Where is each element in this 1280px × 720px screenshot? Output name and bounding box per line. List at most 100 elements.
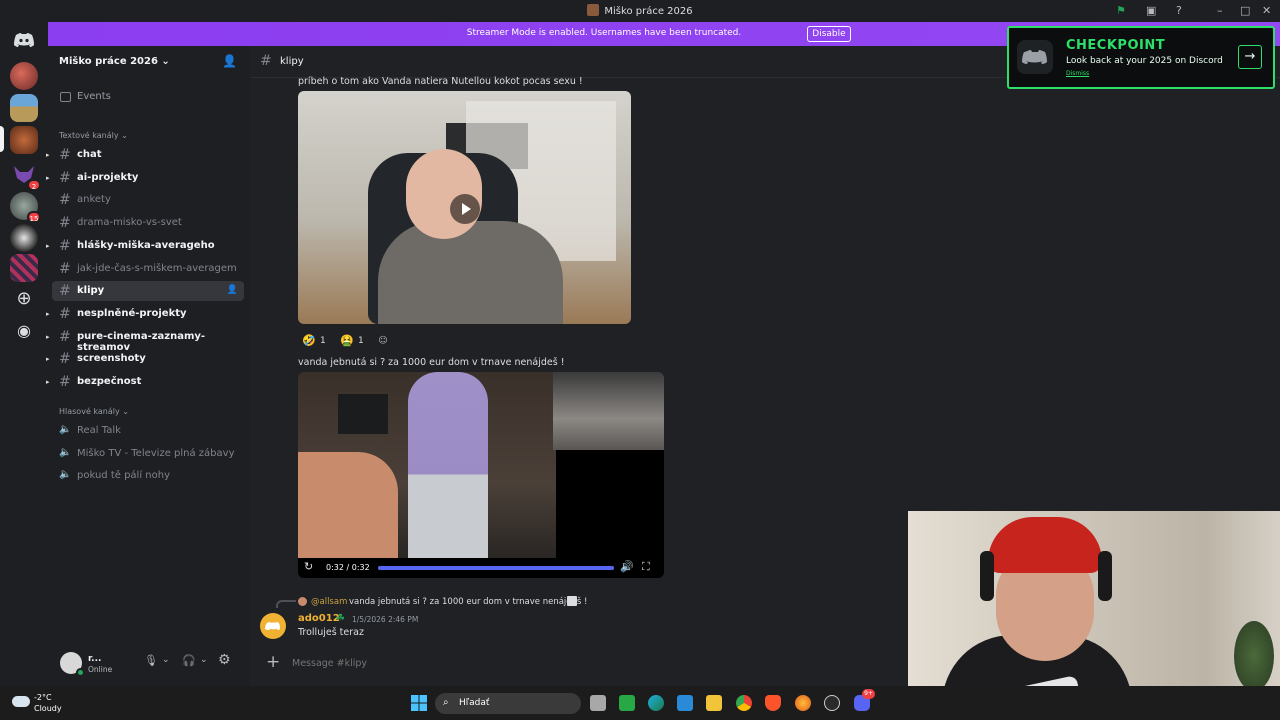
inbox-icon[interactable]: ▣ bbox=[1146, 4, 1156, 17]
hashtag-icon: # bbox=[59, 374, 71, 390]
attach-plus-icon[interactable]: + bbox=[266, 652, 280, 672]
events-label: Events bbox=[77, 91, 111, 102]
guild-name[interactable]: Miško práce 2026 ⌄ bbox=[59, 56, 170, 67]
active-server-pill bbox=[0, 126, 4, 152]
server-icon[interactable] bbox=[10, 126, 38, 154]
hashtag-icon: # bbox=[59, 261, 71, 277]
text-category[interactable]: Textové kanály ⌄ bbox=[59, 131, 128, 140]
controller-icon bbox=[1017, 40, 1053, 74]
store-icon[interactable] bbox=[619, 695, 635, 711]
hashtag-icon: # bbox=[59, 192, 71, 208]
invite-icon[interactable]: 👤 bbox=[227, 285, 238, 295]
channel-item-ai-projekty[interactable]: ▸ # ai-projekty bbox=[46, 168, 244, 188]
voice-channel-item[interactable]: 🔈 Real Talk bbox=[52, 421, 244, 441]
checkpoint-popup[interactable]: CHECKPOINT Look back at your 2025 on Dis… bbox=[1007, 26, 1275, 89]
hashtag-icon: # bbox=[59, 170, 71, 186]
server-icon[interactable] bbox=[10, 254, 38, 282]
channel-item-bezpečnost[interactable]: ▸ # bezpečnost bbox=[46, 372, 244, 392]
channel-item-chat[interactable]: ▸ # chat bbox=[46, 145, 244, 165]
unread-indicator: ▸ bbox=[46, 378, 50, 386]
voice-channel-item[interactable]: 🔈 Miško TV - Televize plná zábavy bbox=[52, 444, 244, 464]
message-text: príbeh o tom ako Vanda natiera Nutellou … bbox=[298, 76, 583, 87]
author-name[interactable]: ado012 bbox=[298, 613, 340, 624]
server-icon[interactable] bbox=[10, 62, 38, 90]
server-icon[interactable] bbox=[10, 94, 38, 122]
events-item[interactable]: Events bbox=[52, 87, 244, 107]
reply-preview[interactable]: vanda jebnutá si ? za 1000 eur dom v trn… bbox=[349, 597, 587, 607]
channel-item-jak-jde-čas-s-miškem-averagem[interactable]: # jak-jde-čas-s-miškem-averagem bbox=[52, 259, 244, 279]
weather-temp: -2°C bbox=[34, 693, 52, 702]
chevron-down-icon[interactable]: ⌄ bbox=[162, 655, 170, 665]
edge-icon[interactable] bbox=[648, 695, 664, 711]
task-view-icon[interactable] bbox=[590, 695, 606, 711]
explore-icon[interactable]: ◉ bbox=[10, 318, 38, 346]
arrow-right-icon[interactable]: → bbox=[1238, 45, 1262, 69]
file-explorer-icon[interactable] bbox=[706, 695, 722, 711]
video-attachment[interactable] bbox=[298, 91, 631, 324]
invite-people-icon[interactable]: 👤 bbox=[222, 54, 237, 68]
minimize-icon[interactable]: – bbox=[1217, 4, 1223, 17]
channel-item-nesplněné-projekty[interactable]: ▸ # nesplněné-projekty bbox=[46, 304, 244, 324]
server-icon[interactable]: 2 bbox=[10, 160, 41, 191]
weather-desc: Cloudy bbox=[34, 704, 62, 713]
unread-indicator: ▸ bbox=[46, 242, 50, 250]
channel-item-ankety[interactable]: # ankety bbox=[52, 190, 244, 210]
fullscreen-icon[interactable]: ⛶ bbox=[642, 560, 650, 574]
channel-name: nesplněné-projekty bbox=[77, 308, 187, 319]
add-server-icon[interactable]: ⊕ bbox=[10, 286, 38, 314]
volume-icon[interactable]: 🔊 bbox=[620, 560, 634, 573]
channel-item-hlášky-miška-averageho[interactable]: ▸ # hlášky-miška-averageho bbox=[46, 236, 244, 256]
close-icon[interactable]: ✕ bbox=[1262, 4, 1271, 17]
add-reaction-icon[interactable]: ☺ bbox=[374, 332, 392, 350]
message-timestamp: 1/5/2026 2:46 PM bbox=[352, 615, 419, 624]
unread-indicator: ▸ bbox=[46, 355, 50, 363]
guild-header[interactable]: Miško práce 2026 ⌄ 👤 bbox=[48, 46, 250, 78]
windows-start-icon[interactable] bbox=[411, 695, 427, 711]
play-button[interactable] bbox=[450, 194, 480, 224]
discord-home-icon[interactable] bbox=[10, 26, 38, 54]
channel-item-klipy[interactable]: # klipy 👤 bbox=[52, 281, 244, 301]
video-progress-track[interactable] bbox=[378, 566, 614, 570]
reaction-vomit[interactable]: 🤮 1 bbox=[336, 332, 370, 350]
dismiss-link[interactable]: Dismiss bbox=[1066, 70, 1089, 77]
headphones-icon[interactable]: 🎧 bbox=[182, 654, 196, 667]
channel-item-drama-misko-vs-svet[interactable]: # drama-misko-vs-svet bbox=[52, 213, 244, 233]
reply-author[interactable]: @allsam bbox=[311, 597, 347, 607]
chevron-down-icon[interactable]: ⌄ bbox=[200, 655, 208, 665]
discord-taskbar-icon[interactable]: 9+ bbox=[854, 689, 875, 711]
microphone-icon[interactable]: 🎙 bbox=[144, 654, 158, 667]
online-status-icon bbox=[76, 668, 85, 677]
user-status: Online bbox=[88, 665, 113, 674]
maximize-icon[interactable]: □ bbox=[1240, 4, 1250, 17]
speaker-icon: 🔈 bbox=[59, 447, 72, 458]
calendar-icon bbox=[60, 92, 71, 102]
server-icon[interactable] bbox=[10, 224, 38, 252]
disable-button[interactable]: Disable bbox=[807, 26, 851, 42]
voice-category[interactable]: Hlasové kanály ⌄ bbox=[59, 407, 129, 416]
voice-channel-name: Real Talk bbox=[77, 425, 121, 436]
steam-icon[interactable] bbox=[824, 695, 840, 711]
flag-icon[interactable]: ⚑ bbox=[1116, 4, 1126, 17]
video-player[interactable]: ↻ 0:32 / 0:32 🔊 ⛶ bbox=[298, 372, 664, 578]
headphone-shape bbox=[980, 551, 994, 601]
unread-indicator: ▸ bbox=[46, 333, 50, 341]
replay-icon[interactable]: ↻ bbox=[304, 560, 313, 573]
channel-item-screenshoty[interactable]: ▸ # screenshoty bbox=[46, 349, 244, 369]
firefox-icon[interactable] bbox=[795, 695, 811, 711]
message-input[interactable] bbox=[292, 654, 792, 672]
avatar[interactable] bbox=[260, 613, 286, 639]
reaction-laugh[interactable]: 🤣 1 bbox=[298, 332, 332, 350]
message-text: Trolluješ teraz bbox=[298, 627, 364, 638]
voice-channel-name: pokud tě pálí nohy bbox=[77, 470, 170, 481]
server-icon[interactable]: 15 bbox=[10, 192, 41, 223]
chrome-icon[interactable] bbox=[736, 695, 752, 711]
settings-gear-icon[interactable]: ⚙ bbox=[218, 652, 231, 668]
video-progress-fill bbox=[378, 566, 614, 570]
voice-channel-item[interactable]: 🔈 pokud tě pálí nohy bbox=[52, 466, 244, 486]
brave-icon[interactable] bbox=[765, 695, 781, 711]
photos-icon[interactable] bbox=[677, 695, 693, 711]
help-icon[interactable]: ? bbox=[1176, 4, 1182, 17]
channel-item-pure-cinema-zaznamy-streamov[interactable]: ▸ # pure-cinema-zaznamy-streamov bbox=[46, 327, 244, 353]
server-rail: 2 15 ⊕ ◉ bbox=[0, 22, 48, 686]
taskbar-search[interactable]: ⌕ Hľadať bbox=[435, 693, 581, 714]
